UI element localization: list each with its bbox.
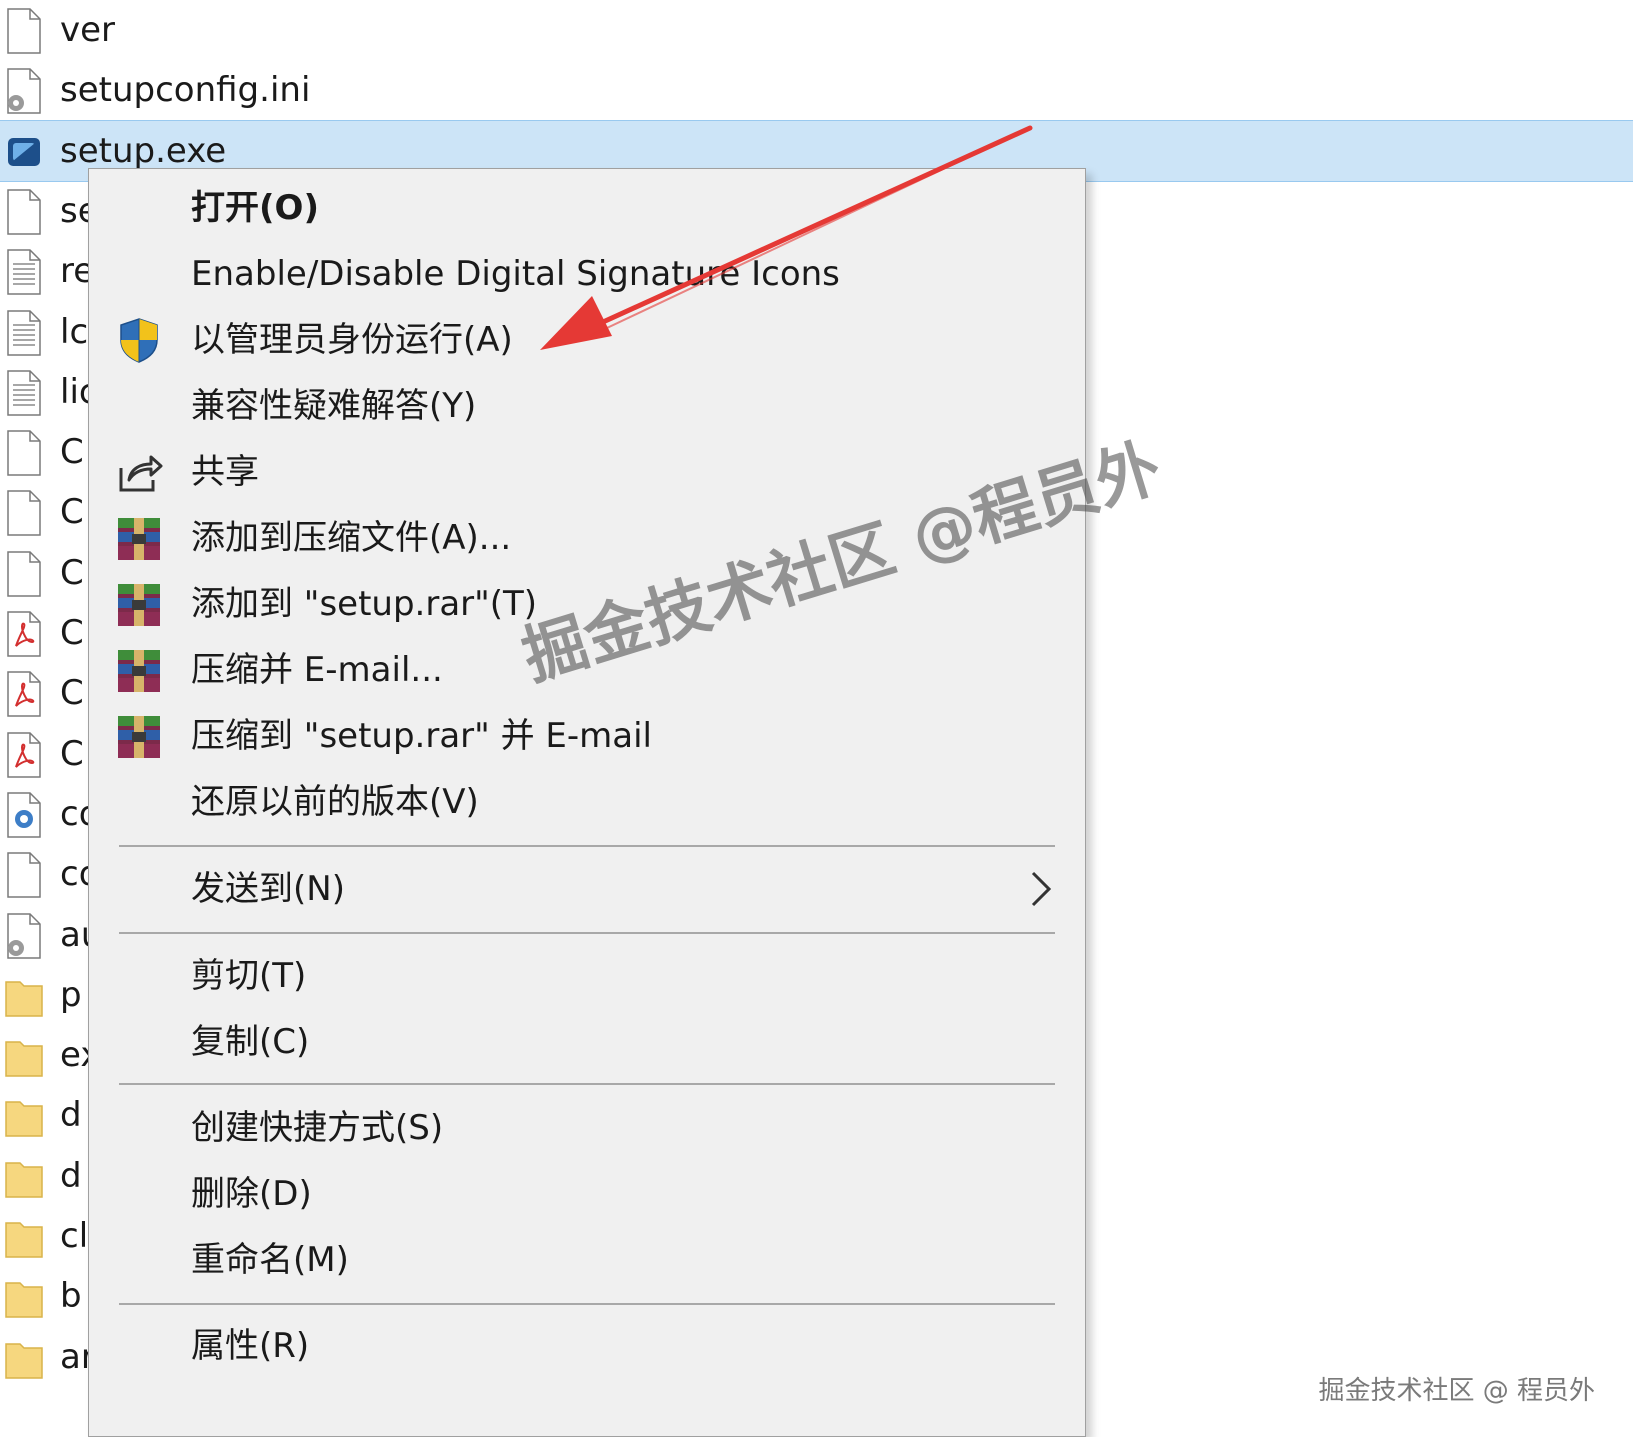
winrar-icon: [118, 518, 160, 560]
file-name: C: [60, 552, 84, 593]
blank-file-icon: [7, 490, 41, 537]
winrar-icon: [118, 584, 160, 626]
file-name: C: [60, 432, 84, 473]
text-file-icon: [7, 370, 41, 416]
menu-item-label: 发送到(N): [191, 869, 345, 909]
blank-file-icon: [7, 550, 41, 597]
menu-separator: [119, 845, 1055, 847]
menu-item-label: 压缩并 E-mail...: [191, 650, 443, 690]
menu-item-label: 删除(D): [191, 1174, 312, 1214]
image-file-icon: [7, 792, 41, 838]
file-name: b: [60, 1276, 82, 1317]
menu-separator: [119, 1303, 1055, 1305]
menu-item-restore-versions[interactable]: 还原以前的版本(V): [89, 769, 1085, 835]
text-file-icon: [7, 249, 41, 295]
folder-icon: [5, 1222, 43, 1258]
pdf-file-icon: [7, 731, 41, 778]
file-name: p: [60, 974, 82, 1015]
menu-item-run-as-admin[interactable]: 以管理员身份运行(A): [89, 307, 1085, 373]
menu-item-send-to[interactable]: 发送到(N): [89, 856, 1085, 922]
file-name: cl: [60, 1216, 89, 1256]
menu-item-copy[interactable]: 复制(C): [89, 1009, 1085, 1075]
context-menu: 打开(O) Enable/Disable Digital Signature I…: [88, 168, 1086, 1437]
folder-icon: [5, 1342, 43, 1379]
file-name: d: [60, 1095, 82, 1136]
file-name: C: [60, 673, 84, 714]
menu-separator: [119, 932, 1055, 934]
menu-item-label: 重命名(M): [191, 1240, 349, 1280]
chevron-right-icon: [1031, 871, 1052, 907]
file-name: C: [60, 613, 84, 653]
menu-item-label: 还原以前的版本(V): [191, 782, 479, 822]
corner-credit: 掘金技术社区 @ 程员外: [1318, 1376, 1595, 1406]
blank-file-icon: [7, 852, 41, 898]
menu-item-rename[interactable]: 重命名(M): [89, 1227, 1085, 1293]
menu-item-label: 复制(C): [191, 1022, 310, 1062]
menu-item-label: 共享: [191, 452, 259, 492]
blank-file-icon: [7, 430, 41, 476]
menu-item-label: 压缩到 "setup.rar" 并 E-mail: [191, 716, 652, 756]
menu-item-open[interactable]: 打开(O): [89, 175, 1085, 241]
menu-item-compress-to-rar-email[interactable]: 压缩到 "setup.rar" 并 E-mail: [89, 703, 1085, 769]
blank-file-icon: [7, 189, 41, 235]
folder-icon: [5, 1161, 43, 1198]
pdf-file-icon: [7, 671, 41, 718]
menu-item-label: Enable/Disable Digital Signature Icons: [191, 254, 840, 294]
folder-icon: [5, 981, 43, 1017]
file-name: C: [60, 733, 84, 774]
menu-item-label: 打开(O): [191, 188, 319, 228]
file-name: setup.exe: [60, 131, 227, 171]
menu-item-label: 剪切(T): [191, 956, 307, 996]
winrar-icon: [118, 716, 160, 758]
file-row[interactable]: setupconfig.ini: [0, 60, 1633, 122]
share-icon: [119, 455, 163, 492]
folder-icon: [5, 1282, 43, 1319]
winrar-icon: [118, 650, 160, 692]
blank-file-icon: [7, 8, 41, 54]
menu-item-compat-troubleshoot[interactable]: 兼容性疑难解答(Y): [89, 373, 1085, 439]
menu-item-delete[interactable]: 删除(D): [89, 1161, 1085, 1227]
menu-item-cut[interactable]: 剪切(T): [89, 943, 1085, 1009]
installer-exe-icon: [8, 138, 40, 166]
folder-icon: [5, 1101, 43, 1138]
file-name: ver: [60, 10, 116, 50]
file-name: lc: [60, 311, 89, 352]
menu-separator: [119, 1083, 1055, 1085]
menu-item-label: 添加到压缩文件(A)...: [191, 518, 512, 558]
folder-icon: [5, 1041, 43, 1077]
settings-file-icon: [7, 68, 41, 115]
menu-item-label: 创建快捷方式(S): [191, 1108, 444, 1148]
file-name: d: [60, 1155, 82, 1196]
menu-item-label: 兼容性疑难解答(Y): [191, 386, 477, 426]
menu-item-label: 属性(R): [191, 1326, 310, 1366]
menu-item-label: 以管理员身份运行(A): [191, 320, 513, 360]
settings-file-icon: [7, 912, 41, 959]
menu-item-properties[interactable]: 属性(R): [89, 1313, 1085, 1379]
menu-item-digital-signature[interactable]: Enable/Disable Digital Signature Icons: [89, 241, 1085, 307]
menu-item-label: 添加到 "setup.rar"(T): [191, 584, 538, 624]
pdf-file-icon: [7, 611, 41, 657]
file-name: C: [60, 492, 84, 533]
uac-shield-icon: [120, 318, 158, 363]
file-row[interactable]: ver: [0, 0, 1633, 62]
menu-item-create-shortcut[interactable]: 创建快捷方式(S): [89, 1095, 1085, 1161]
file-name: setupconfig.ini: [60, 70, 311, 111]
text-file-icon: [7, 309, 41, 356]
